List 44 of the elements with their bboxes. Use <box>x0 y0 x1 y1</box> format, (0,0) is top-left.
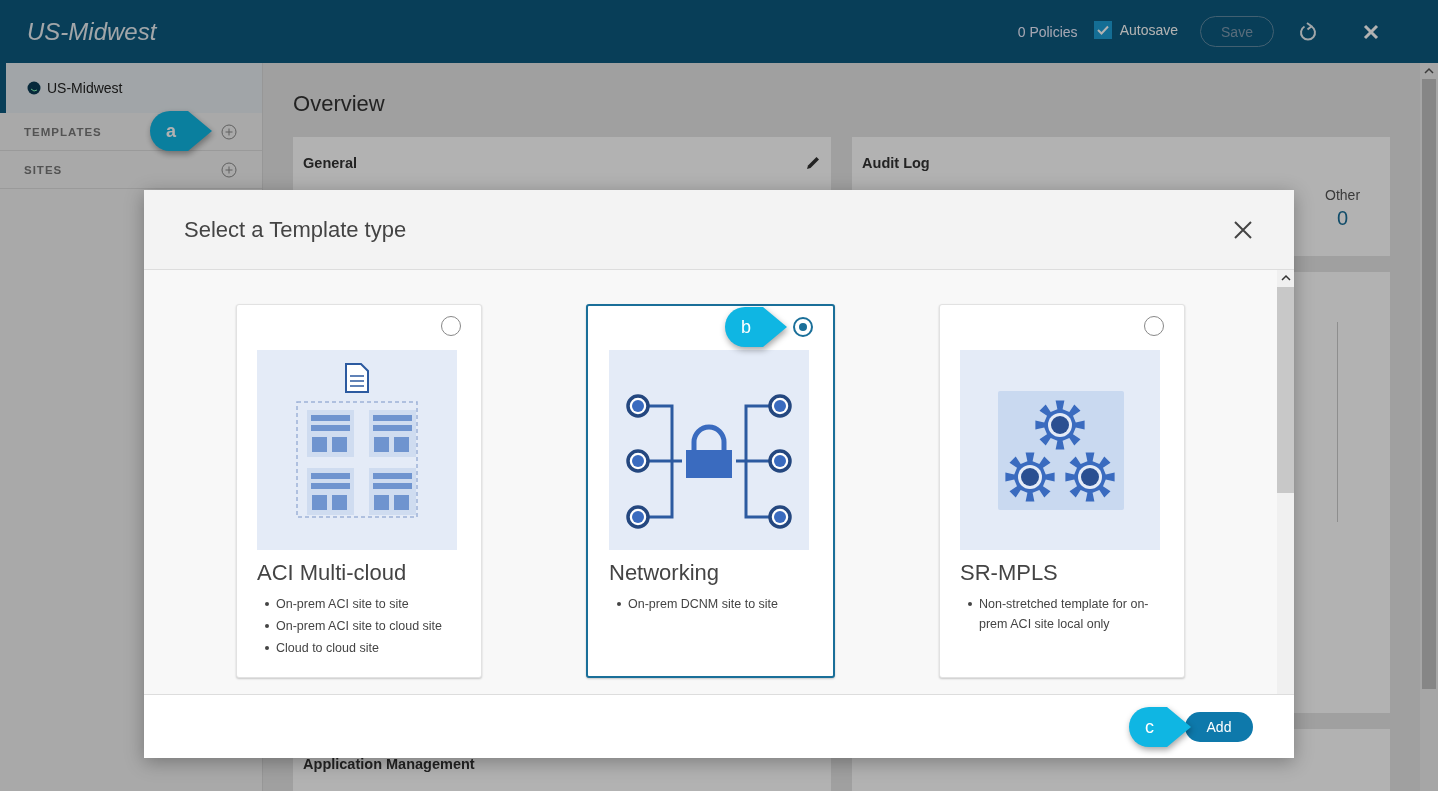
dialog-title: Select a Template type <box>184 216 407 243</box>
card-title: Audit Log <box>862 155 930 171</box>
close-icon[interactable] <box>1233 219 1253 240</box>
radio-button[interactable] <box>793 317 813 337</box>
template-card[interactable]: SR-MPLS Non-stretched template for on-prem ACI site local only <box>939 304 1185 678</box>
close-icon[interactable] <box>1362 22 1380 41</box>
callout-badge: c <box>1129 707 1191 747</box>
refresh-icon[interactable] <box>1298 21 1318 42</box>
globe-icon <box>27 81 41 95</box>
policy-count: 0 Policies <box>1017 23 1078 40</box>
scroll-up-icon[interactable] <box>1280 274 1291 282</box>
bullet-text: Non-stretched template for on-prem ACI site local only <box>979 596 1150 633</box>
sidebar-item[interactable]: US-Midwest <box>0 63 263 113</box>
scrollbar[interactable] <box>1420 63 1438 791</box>
callout-badge: a <box>150 111 212 151</box>
stat-value: 0 <box>1337 207 1349 230</box>
autosave-checkbox[interactable] <box>1093 20 1112 39</box>
bullet-text: Cloud to cloud site <box>276 640 379 657</box>
add-button[interactable]: Add <box>1185 711 1253 742</box>
stat-label: Other <box>1325 187 1361 203</box>
callout-badge: b <box>725 307 787 347</box>
bullet-icon <box>265 602 269 606</box>
card-title: ACI Multi-cloud <box>257 560 408 586</box>
section-title: Overview <box>293 91 386 117</box>
pencil-icon[interactable] <box>805 155 822 171</box>
card-title: Application Management <box>303 756 475 772</box>
scroll-up-icon[interactable] <box>1424 67 1435 75</box>
card-title: SR-MPLS <box>960 560 1059 586</box>
bullet-icon <box>617 602 621 606</box>
card-title: Networking <box>609 560 721 586</box>
page-title: US-Midwest <box>27 17 157 46</box>
template-card[interactable]: b Networking On-prem DCNM site to site <box>586 304 835 678</box>
bullet-text: On-prem ACI site to site <box>276 596 409 613</box>
card-title: General <box>303 155 358 171</box>
bullet-text: On-prem ACI site to cloud site <box>276 618 443 635</box>
bullet-icon <box>265 646 269 650</box>
bullet-text: On-prem DCNM site to site <box>628 596 779 613</box>
bullet-icon <box>968 602 972 606</box>
scrollbar[interactable] <box>1277 270 1294 694</box>
radio-button[interactable] <box>1144 316 1164 336</box>
bullet-icon <box>265 624 269 628</box>
radio-button[interactable] <box>441 316 461 336</box>
autosave-label: Autosave <box>1119 21 1178 38</box>
template-card[interactable]: ACI Multi-cloud On-prem ACI site to site On-prem ACI site to cloud site Cloud to cloud site <box>236 304 482 678</box>
